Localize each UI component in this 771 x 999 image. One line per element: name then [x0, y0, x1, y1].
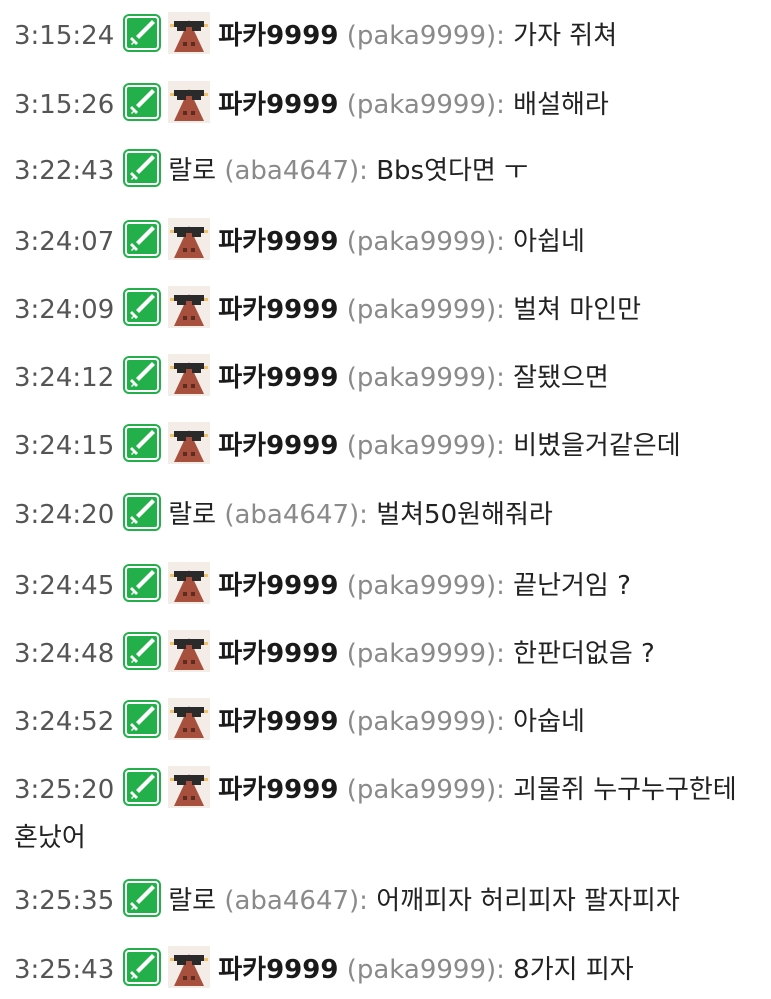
- message-text: 가자 쥐쳐: [513, 21, 618, 51]
- message-text: 배설해라: [513, 90, 609, 120]
- pixel-mask-avatar-icon: [168, 286, 211, 328]
- chat-message: 3:24:52 파카9999 (paka9999): 아숩네: [14, 698, 754, 740]
- pixel-mask-avatar-icon: [168, 946, 211, 988]
- message-text: 끝난거임 ?: [513, 571, 631, 601]
- chat-message: 3:24:48 파카9999 (paka9999): 한판더없음 ?: [14, 630, 754, 672]
- user-nickname[interactable]: 파카9999: [218, 955, 338, 985]
- message-text: 어깨피자 허리피자 팔자피자: [376, 886, 680, 916]
- message-timestamp: 3:24:15: [14, 431, 115, 461]
- chat-message: 3:24:09 파카9999 (paka9999): 벌쳐 마인만: [14, 286, 754, 328]
- sword-badge-icon: [122, 355, 162, 395]
- user-id[interactable]: (aba4647):: [224, 500, 368, 530]
- user-nickname[interactable]: 파카9999: [218, 90, 338, 120]
- sword-badge-icon: [122, 492, 162, 532]
- user-nickname[interactable]: 랄로: [168, 156, 216, 186]
- user-id[interactable]: (paka9999):: [347, 227, 505, 257]
- message-timestamp: 3:24:52: [14, 707, 115, 737]
- user-id[interactable]: (paka9999):: [347, 775, 505, 805]
- chat-message: 3:24:15 파카9999 (paka9999): 비볐을거같은데: [14, 422, 754, 464]
- sword-badge-icon: [122, 947, 162, 987]
- user-id[interactable]: (aba4647):: [224, 886, 368, 916]
- user-nickname[interactable]: 파카9999: [218, 363, 338, 393]
- pixel-mask-avatar-icon: [168, 218, 211, 260]
- user-id[interactable]: (paka9999):: [347, 571, 505, 601]
- message-timestamp: 3:15:26: [14, 90, 115, 120]
- user-nickname[interactable]: 랄로: [168, 500, 216, 530]
- pixel-mask-avatar-icon: [168, 766, 211, 808]
- pixel-mask-avatar-icon: [168, 698, 211, 740]
- sword-badge-icon: [122, 878, 162, 918]
- user-nickname[interactable]: 랄로: [168, 886, 216, 916]
- chat-message: 3:25:35 랄로 (aba4647): 어깨피자 허리피자 팔자피자: [14, 878, 754, 918]
- message-timestamp: 3:24:09: [14, 295, 115, 325]
- message-timestamp: 3:25:43: [14, 955, 115, 985]
- chat-message: 3:15:26 파카9999 (paka9999): 배설해라: [14, 81, 754, 123]
- pixel-mask-avatar-icon: [168, 630, 211, 672]
- sword-badge-icon: [122, 563, 162, 603]
- pixel-mask-avatar-icon: [168, 422, 211, 464]
- chat-message: 3:25:20 파카9999 (paka9999): 괴물쥐 누구누구한테 혼났어: [14, 766, 754, 862]
- user-nickname[interactable]: 파카9999: [218, 295, 338, 325]
- user-id[interactable]: (paka9999):: [347, 707, 505, 737]
- user-nickname[interactable]: 파카9999: [218, 775, 338, 805]
- user-nickname[interactable]: 파카9999: [218, 571, 338, 601]
- user-id[interactable]: (paka9999):: [347, 295, 505, 325]
- message-timestamp: 3:24:45: [14, 571, 115, 601]
- chat-message: 3:24:20 랄로 (aba4647): 벌쳐50원해줘라: [14, 492, 754, 532]
- user-id[interactable]: (paka9999):: [347, 363, 505, 393]
- chat-message: 3:24:07 파카9999 (paka9999): 아쉽네: [14, 218, 754, 260]
- message-timestamp: 3:22:43: [14, 156, 115, 186]
- chat-log: 3:15:24 파카9999 (paka9999): 가자 쥐쳐 3:15:26 파카…: [0, 0, 771, 999]
- sword-badge-icon: [122, 82, 162, 122]
- user-nickname[interactable]: 파카9999: [218, 707, 338, 737]
- sword-badge-icon: [122, 287, 162, 327]
- user-nickname[interactable]: 파카9999: [218, 431, 338, 461]
- user-id[interactable]: (paka9999):: [347, 431, 505, 461]
- message-timestamp: 3:25:20: [14, 775, 115, 805]
- user-id[interactable]: (paka9999):: [347, 639, 505, 669]
- chat-message: 3:15:24 파카9999 (paka9999): 가자 쥐쳐: [14, 12, 754, 54]
- user-id[interactable]: (paka9999):: [347, 21, 505, 51]
- sword-badge-icon: [122, 767, 162, 807]
- pixel-mask-avatar-icon: [168, 12, 211, 54]
- user-nickname[interactable]: 파카9999: [218, 21, 338, 51]
- message-timestamp: 3:24:12: [14, 363, 115, 393]
- message-timestamp: 3:15:24: [14, 21, 115, 51]
- chat-message: 3:25:43 파카9999 (paka9999): 8가지 피자: [14, 946, 754, 988]
- chat-message: 3:22:43 랄로 (aba4647): Bbs엿다면 ㅜ: [14, 148, 754, 188]
- chat-message: 3:24:45 파카9999 (paka9999): 끝난거임 ?: [14, 562, 754, 604]
- message-text: 벌쳐50원해줘라: [376, 500, 553, 530]
- message-timestamp: 3:24:48: [14, 639, 115, 669]
- message-text: 비볐을거같은데: [513, 431, 681, 461]
- message-text: 아숩네: [513, 707, 585, 737]
- user-id[interactable]: (aba4647):: [224, 156, 368, 186]
- user-nickname[interactable]: 파카9999: [218, 227, 338, 257]
- user-nickname[interactable]: 파카9999: [218, 639, 338, 669]
- sword-badge-icon: [122, 219, 162, 259]
- sword-badge-icon: [122, 148, 162, 188]
- sword-badge-icon: [122, 423, 162, 463]
- message-text: 아쉽네: [513, 227, 585, 257]
- chat-message: 3:24:12 파카9999 (paka9999): 잘됐으면: [14, 354, 754, 396]
- sword-badge-icon: [122, 13, 162, 53]
- sword-badge-icon: [122, 631, 162, 671]
- message-text: 잘됐으면: [513, 363, 609, 393]
- message-text: 벌쳐 마인만: [513, 295, 642, 325]
- message-text: Bbs엿다면 ㅜ: [376, 156, 529, 186]
- message-timestamp: 3:25:35: [14, 886, 115, 916]
- message-timestamp: 3:24:07: [14, 227, 115, 257]
- user-id[interactable]: (paka9999):: [347, 955, 505, 985]
- pixel-mask-avatar-icon: [168, 354, 211, 396]
- message-text: 8가지 피자: [513, 955, 634, 985]
- user-id[interactable]: (paka9999):: [347, 90, 505, 120]
- pixel-mask-avatar-icon: [168, 81, 211, 123]
- pixel-mask-avatar-icon: [168, 562, 211, 604]
- message-text: 한판더없음 ?: [513, 639, 655, 669]
- sword-badge-icon: [122, 699, 162, 739]
- message-timestamp: 3:24:20: [14, 500, 115, 530]
